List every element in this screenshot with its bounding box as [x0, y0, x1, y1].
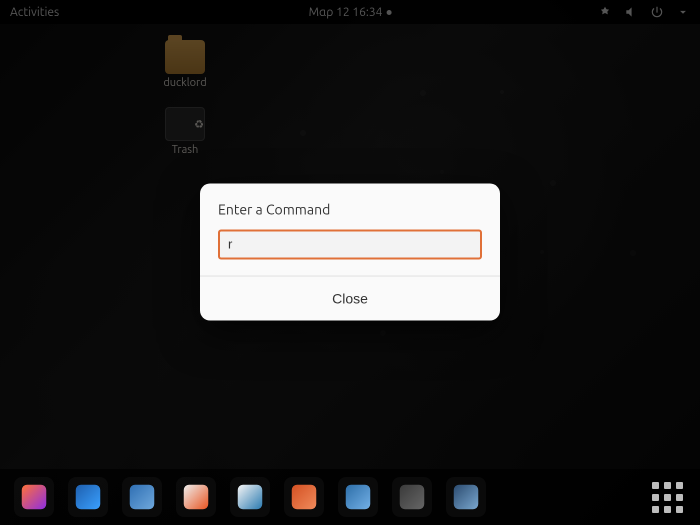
command-input[interactable] [218, 229, 482, 259]
software-icon [290, 483, 318, 511]
dock-item-help[interactable] [338, 477, 378, 517]
dock-item-thunderbird[interactable] [68, 477, 108, 517]
dock [0, 469, 700, 525]
dock-item-software[interactable] [284, 477, 324, 517]
dock-item-rhythmbox[interactable] [176, 477, 216, 517]
run-command-dialog: Enter a Command Close [200, 183, 500, 320]
dock-item-libreoffice-writer[interactable] [230, 477, 270, 517]
settings-icon [398, 483, 426, 511]
thunderbird-icon [74, 483, 102, 511]
firefox-icon [20, 483, 48, 511]
rhythmbox-icon [182, 483, 210, 511]
screenshot-icon [452, 483, 480, 511]
close-button[interactable]: Close [200, 276, 500, 320]
dialog-title: Enter a Command [218, 201, 482, 217]
libreoffice-writer-icon [236, 483, 264, 511]
dock-item-firefox[interactable] [14, 477, 54, 517]
files-icon [128, 483, 156, 511]
help-icon [344, 483, 372, 511]
dock-item-screenshot[interactable] [446, 477, 486, 517]
dock-item-files[interactable] [122, 477, 162, 517]
show-applications-button[interactable] [648, 478, 686, 516]
dock-item-settings[interactable] [392, 477, 432, 517]
